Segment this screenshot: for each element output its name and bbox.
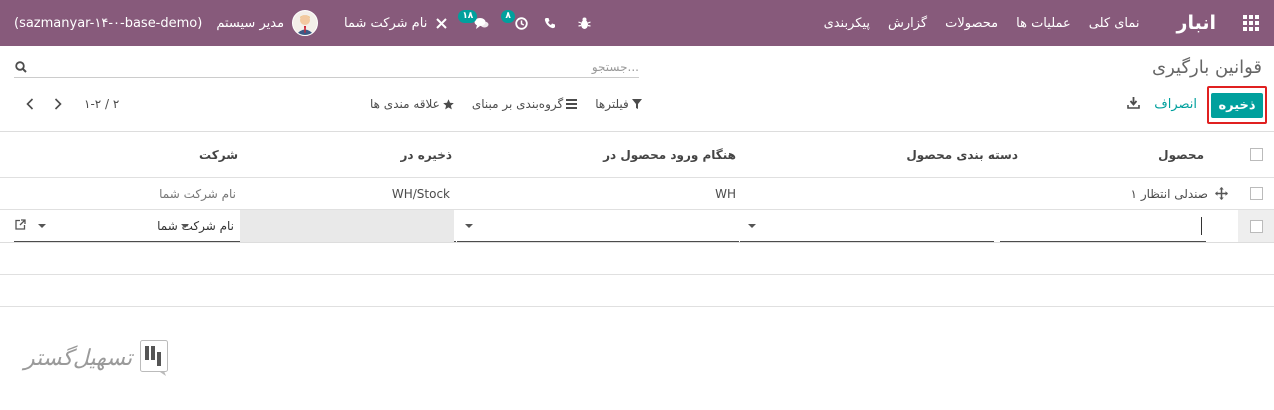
messages-badge: ۱۸ [458,10,478,23]
product-field[interactable] [1000,210,1206,242]
filter-icon [631,99,642,109]
groupby-label: گروه‌بندی بر مبنای [471,97,564,111]
readonly-cell [240,210,454,242]
chevron-down-icon[interactable] [465,223,473,228]
app-brand[interactable]: انبار [1149,12,1228,34]
favorites-button[interactable]: علاقه مندی ها [370,97,454,111]
text-cursor [1201,216,1202,235]
company-field-value: نام شرکت شما [157,218,234,233]
menu-overview[interactable]: نمای کلی [1080,16,1149,31]
messages-icon[interactable]: ۱۸ [456,0,497,46]
menu-operations[interactable]: عملیات ها [1007,16,1080,31]
watermark-icon [140,340,169,376]
when-in-field[interactable] [457,210,739,242]
putaway-rules-table: محصول دسته بندی محصول هنگام ورود محصول د… [0,131,1274,307]
empty-row [0,275,1274,307]
cell-store-to: WH/Stock [391,186,450,201]
pager-next-icon[interactable] [50,96,66,112]
company-field[interactable]: نام شرکت شما [14,210,238,242]
cell-when-in: WH [715,186,736,201]
editable-row[interactable]: نام شرکت شما [0,210,1274,243]
company-switcher[interactable]: نام شرکت شما [344,16,427,31]
menu-configuration[interactable]: پیکربندی [815,16,879,31]
external-link-icon[interactable] [15,218,26,233]
pager-value[interactable]: ۱-۲ / ۲ [84,97,119,111]
user-menu[interactable]: (sazmanyar-۱۴-۰-base-demo) مدیر سیستم [0,10,319,36]
apps-menu-icon[interactable] [1228,0,1274,46]
search-input[interactable] [28,56,639,77]
chevron-down-icon[interactable] [38,223,46,228]
category-field[interactable] [740,210,994,242]
menu-reporting[interactable]: گزارش [879,16,936,31]
user-name: مدیر سیستم [216,15,285,31]
activities-badge: ۸ [501,10,515,23]
filters-button[interactable]: فیلترها [595,97,642,111]
search-options: فیلترها گروه‌بندی بر مبنای علاقه مندی ها [352,97,642,111]
row-checkbox[interactable] [1249,187,1263,200]
download-icon[interactable] [1127,96,1141,110]
user-database: (sazmanyar-۱۴-۰-base-demo) [14,15,203,31]
tools-icon[interactable] [427,0,456,46]
systray: نام شرکت شما ۱۸ ۸ [332,0,605,46]
column-product[interactable]: محصول [1158,132,1204,177]
pager: ۱-۲ / ۲ [22,96,119,112]
favorites-label: علاقه مندی ها [370,97,440,111]
groupby-button[interactable]: گروه‌بندی بر مبنای [471,97,578,111]
navbar-left: (sazmanyar-۱۴-۰-base-demo) مدیر سیستم نا… [0,0,605,46]
page-title: قوانین بارگیری [1152,57,1262,78]
table-header: محصول دسته بندی محصول هنگام ورود محصول د… [0,131,1274,178]
activities-icon[interactable]: ۸ [497,0,536,46]
empty-row [0,243,1274,275]
cell-product: صندلی انتظار ۱ [1130,186,1208,201]
avatar [292,10,319,36]
chevron-down-icon[interactable] [748,223,756,228]
save-button-label: ذخیره [1211,92,1263,118]
column-product-category[interactable]: دسته بندی محصول [906,132,1018,177]
table-row[interactable]: صندلی انتظار ۱ WH WH/Stock نام شرکت شما [0,178,1274,210]
top-navbar: انبار نمای کلی عملیات ها محصولات گزارش پ… [0,0,1274,46]
phone-icon[interactable] [536,0,564,46]
navbar-right: انبار نمای کلی عملیات ها محصولات گزارش پ… [815,0,1274,46]
column-company[interactable]: شرکت [199,132,238,177]
column-when-in[interactable]: هنگام ورود محصول در [603,132,736,177]
save-button[interactable]: ذخیره [1207,86,1267,124]
edit-row-checkbox[interactable] [1249,219,1263,233]
discard-button[interactable]: انصراف [1154,97,1197,112]
star-icon [443,98,454,109]
search-icon[interactable] [14,60,28,74]
filters-label: فیلترها [595,97,629,111]
menu-products[interactable]: محصولات [936,16,1007,31]
bug-icon[interactable] [564,0,605,46]
column-store-to[interactable]: ذخیره در [401,132,453,177]
drag-handle-icon[interactable] [1215,178,1228,209]
watermark-logo: تسهیل‌گستر [24,340,170,376]
watermark-text: تسهیل‌گستر [24,345,133,371]
search-bar [14,56,639,78]
pager-previous-icon[interactable] [22,96,38,112]
select-all-checkbox[interactable] [1249,148,1263,161]
cell-company: نام شرکت شما [159,186,236,201]
list-icon [566,99,578,109]
